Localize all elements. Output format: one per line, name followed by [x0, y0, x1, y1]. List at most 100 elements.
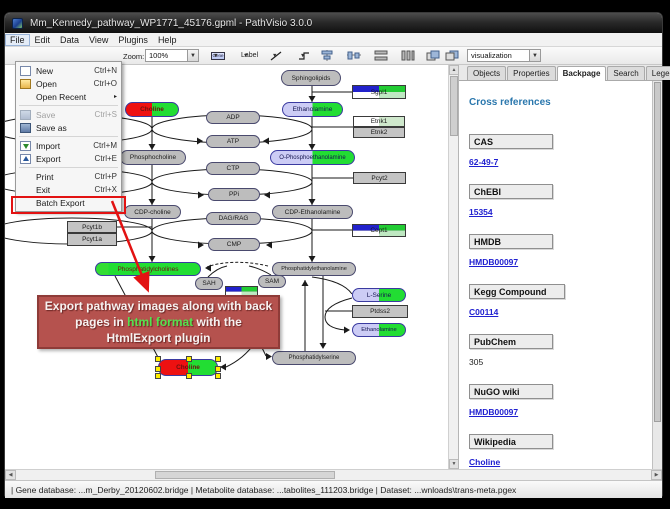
selection-handle[interactable] — [215, 366, 221, 372]
node-cdp-choline[interactable]: CDP-choline — [124, 205, 181, 219]
menu-plugins[interactable]: Plugins — [113, 34, 153, 46]
ref-link-hmdb[interactable]: HMDB00097 — [469, 257, 652, 267]
zoom-label: Zoom: — [123, 52, 144, 61]
node-phosphatidylserine[interactable]: Phosphatidylserine — [272, 351, 356, 365]
new-label-button[interactable]: Label▼ — [238, 49, 244, 62]
gene-box-etnk2[interactable]: Etnk2 — [353, 127, 405, 138]
horizontal-scroll-thumb[interactable] — [155, 471, 335, 479]
new-connector-button[interactable]: ▼ — [295, 49, 301, 62]
menu-item-open-recent[interactable]: Open Recent▸ — [16, 90, 121, 103]
selection-handle[interactable] — [155, 373, 161, 379]
ref-link-cas[interactable]: 62-49-7 — [469, 157, 652, 167]
file-menu-dropdown: NewCtrl+N OpenCtrl+O Open Recent▸ SaveCt… — [15, 61, 122, 212]
tab-properties[interactable]: Properties — [507, 66, 555, 80]
menu-item-print[interactable]: PrintCtrl+P — [16, 170, 121, 183]
ref-link-nugo[interactable]: HMDB00097 — [469, 407, 652, 417]
menu-separator — [19, 136, 118, 137]
pathvisio-window: Mm_Kennedy_pathway_WP1771_45176.gpml - P… — [4, 12, 663, 497]
node-phosphatidylcholines[interactable]: Phosphatidylcholines — [95, 262, 201, 276]
align-center-y-button[interactable] — [347, 50, 361, 61]
menu-view[interactable]: View — [84, 34, 113, 46]
callout: Export pathway images along with back pa… — [37, 295, 280, 349]
node-ethanolamine-bottom[interactable]: Ethanolamine — [352, 323, 406, 337]
node-sphingolipids[interactable]: Sphingolipids — [281, 70, 341, 86]
bring-to-front-icon — [426, 50, 440, 61]
menu-item-import[interactable]: ImportCtrl+M — [16, 139, 121, 152]
node-choline-selected[interactable]: Choline — [158, 359, 218, 376]
node-o-phosphoethanolamine[interactable]: O-Phosphoethanolamine — [270, 150, 355, 165]
gene-box-cept1[interactable]: Cept1 — [352, 224, 406, 237]
menu-item-new[interactable]: NewCtrl+N — [16, 64, 121, 77]
node-ctp[interactable]: CTP — [206, 162, 260, 175]
new-line-button[interactable]: ▼ — [267, 49, 273, 62]
sidebar-scrollbar[interactable] — [652, 81, 662, 469]
node-l-serine[interactable]: L-Serine — [352, 288, 406, 302]
align-center-x-button[interactable] — [320, 50, 334, 61]
ref-link-kegg[interactable]: C00114 — [469, 307, 652, 317]
align-center-y-icon — [347, 50, 361, 61]
ref-link-wikipedia[interactable]: Choline — [469, 457, 652, 467]
gene-box-pcyt2[interactable]: Pcyt2 — [353, 172, 406, 184]
visualization-dropdown-arrow[interactable]: ▼ — [529, 50, 540, 61]
node-atp[interactable]: ATP — [206, 135, 260, 148]
node-phosphatidylethanolamine[interactable]: Phosphatidylethanolamine — [272, 262, 356, 276]
node-choline[interactable]: Choline — [125, 102, 179, 117]
menu-item-exit[interactable]: ExitCtrl+X — [16, 183, 121, 196]
menu-help[interactable]: Help — [153, 34, 182, 46]
bring-to-front-button[interactable] — [426, 50, 440, 61]
callout-highlight: html format — [127, 315, 193, 329]
visualization-combobox[interactable]: visualization ▼ — [467, 49, 541, 62]
menu-file[interactable]: File — [5, 34, 30, 46]
node-choline-selected-label: Choline — [176, 364, 200, 371]
node-cdp-ethanolamine[interactable]: CDP-Ethanolamine — [272, 205, 353, 219]
tab-legend[interactable]: Legend — [646, 66, 670, 80]
submenu-arrow-icon: ▸ — [114, 93, 117, 100]
menu-item-save-as[interactable]: Save as — [16, 121, 121, 134]
selection-handle[interactable] — [155, 366, 161, 372]
common-width-button[interactable] — [401, 50, 415, 61]
sidebar-scroll-thumb[interactable] — [654, 82, 661, 422]
node-sah[interactable]: SAH — [195, 277, 223, 290]
vertical-scroll-thumb[interactable] — [450, 76, 458, 136]
zoom-combobox[interactable]: 100% ▼ — [145, 49, 199, 62]
node-phosphocholine[interactable]: Phosphocholine — [120, 150, 186, 165]
ref-source-nugo: NuGO wiki — [469, 384, 553, 399]
new-gene-button[interactable]: Gene▼ — [208, 49, 214, 62]
gene-box-pcyt1b[interactable]: Pcyt1b — [67, 221, 117, 233]
gene-box-pcyt1a[interactable]: Pcyt1a — [67, 233, 117, 246]
gene-box-sgpl1[interactable]: Sgpl1 — [352, 85, 406, 99]
selection-handle[interactable] — [186, 356, 192, 362]
menu-item-export[interactable]: ExportCtrl+E — [16, 152, 121, 165]
selection-handle[interactable] — [215, 373, 221, 379]
scroll-left-arrow-icon[interactable]: ◀ — [5, 470, 16, 480]
gene-box-ptdss2[interactable]: Ptdss2 — [352, 305, 408, 318]
node-ethanolamine[interactable]: Ethanolamine — [282, 102, 343, 117]
tab-objects[interactable]: Objects — [467, 66, 506, 80]
gene-box-etnk1[interactable]: Etnk1 — [353, 116, 405, 127]
callout-line-1: Export pathway images along with back — [45, 298, 272, 314]
zoom-dropdown-arrow[interactable]: ▼ — [187, 50, 198, 61]
send-to-back-button[interactable] — [445, 50, 459, 61]
title-bar[interactable]: Mm_Kennedy_pathway_WP1771_45176.gpml - P… — [5, 13, 662, 33]
ref-link-chebi[interactable]: 15354 — [469, 207, 652, 217]
node-sam[interactable]: SAM — [258, 275, 286, 288]
selection-handle[interactable] — [155, 356, 161, 362]
tab-search[interactable]: Search — [607, 66, 644, 80]
menu-item-save[interactable]: SaveCtrl+S — [16, 108, 121, 121]
menu-edit[interactable]: Edit — [30, 34, 56, 46]
node-adp[interactable]: ADP — [206, 111, 260, 124]
node-cmp[interactable]: CMP — [208, 238, 260, 251]
callout-line-3: HtmlExport plugin — [107, 330, 211, 346]
align-center-x-icon — [320, 50, 334, 61]
menu-item-open[interactable]: OpenCtrl+O — [16, 77, 121, 90]
canvas-vertical-scrollbar[interactable]: ▲ ▼ — [448, 65, 458, 469]
selection-handle[interactable] — [186, 373, 192, 379]
tab-backpage[interactable]: Backpage — [557, 66, 607, 81]
common-height-button[interactable] — [374, 50, 388, 61]
selection-handle[interactable] — [215, 356, 221, 362]
menu-data[interactable]: Data — [55, 34, 84, 46]
canvas-horizontal-scrollbar[interactable]: ◀ ▶ — [5, 469, 662, 480]
scroll-right-arrow-icon[interactable]: ▶ — [651, 470, 662, 480]
node-dag[interactable]: DAG/RAG — [206, 212, 261, 225]
node-ppi[interactable]: PPi — [208, 188, 260, 201]
